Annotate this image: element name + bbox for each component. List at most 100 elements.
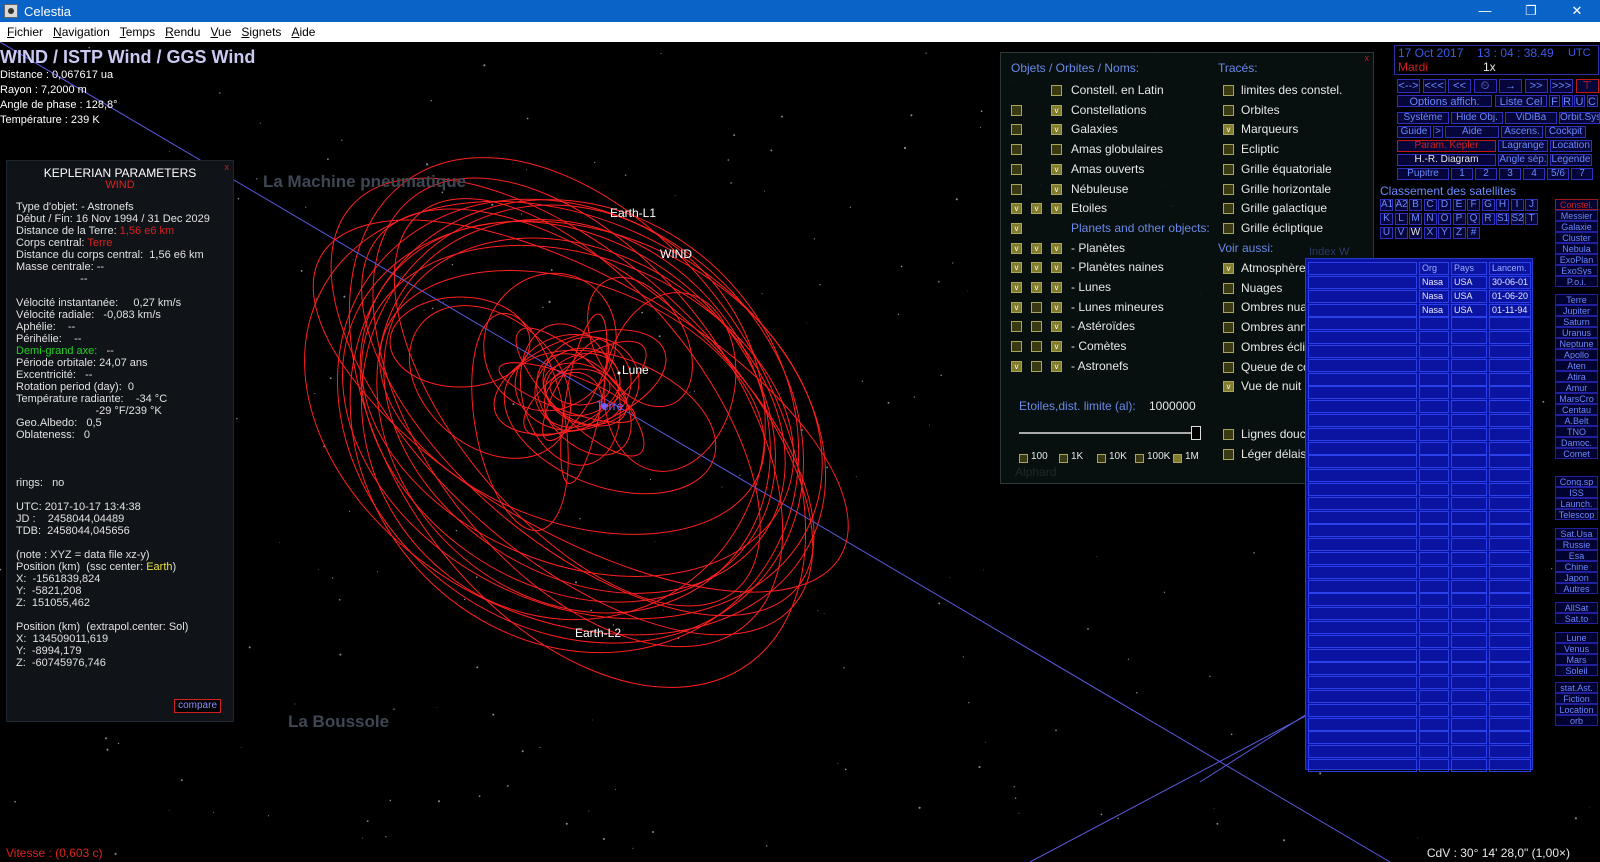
table-cell[interactable] — [1489, 538, 1531, 552]
shortcut-button[interactable]: Nebula — [1555, 243, 1598, 254]
time-control-button[interactable]: → — [1499, 79, 1522, 93]
table-cell[interactable] — [1489, 662, 1531, 676]
letter-index-button[interactable]: X — [1423, 227, 1437, 239]
table-cell[interactable] — [1451, 538, 1487, 552]
shortcut-button[interactable]: Apollo — [1555, 349, 1598, 360]
menu-vue[interactable]: Vue — [205, 25, 236, 39]
table-cell[interactable] — [1419, 593, 1449, 607]
voir-checkbox[interactable] — [1223, 322, 1234, 334]
table-cell[interactable] — [1489, 745, 1531, 759]
trace-checkbox[interactable] — [1223, 104, 1234, 116]
table-cell[interactable] — [1308, 372, 1417, 386]
table-cell[interactable] — [1451, 593, 1487, 607]
trace-checkbox[interactable] — [1223, 144, 1234, 156]
shortcut-button[interactable]: Uranus — [1555, 327, 1598, 338]
shortcut-button[interactable]: Terre — [1555, 294, 1598, 305]
option-checkbox[interactable]: v — [1031, 203, 1042, 215]
voir-checkbox[interactable]: v — [1223, 381, 1234, 393]
time-display[interactable]: 17 Oct 2017 13 : 04 : 38.49 UTC Mardi 1x — [1394, 45, 1599, 75]
extra-checkbox[interactable] — [1223, 449, 1234, 460]
display-options-button[interactable]: Options affich. — [1397, 95, 1492, 107]
table-cell[interactable]: 30-06-01 — [1489, 276, 1531, 289]
shortcut-button[interactable]: Fiction — [1555, 693, 1598, 704]
shortcut-button[interactable]: Cluster — [1555, 232, 1598, 243]
time-control-button[interactable]: ⊤ — [1575, 79, 1599, 93]
time-control-button[interactable]: <<< — [1422, 79, 1446, 93]
panel-row-button[interactable]: Système — [1397, 112, 1449, 124]
table-cell[interactable] — [1419, 565, 1449, 579]
table-cell[interactable] — [1308, 538, 1417, 552]
shortcut-button[interactable]: Comet — [1555, 448, 1598, 459]
table-cell[interactable]: Nasa — [1419, 303, 1449, 317]
table-cell[interactable] — [1308, 593, 1417, 607]
trace-checkbox[interactable] — [1223, 203, 1234, 215]
table-cell[interactable] — [1489, 524, 1531, 538]
shortcut-button[interactable]: Japon — [1555, 572, 1598, 583]
time-control-button[interactable]: <--> — [1397, 79, 1420, 93]
table-cell[interactable] — [1419, 524, 1449, 538]
option-checkbox[interactable] — [1011, 163, 1022, 175]
menu-signets[interactable]: Signets — [236, 25, 286, 39]
letter-index-button[interactable]: D — [1438, 199, 1451, 211]
option-checkbox[interactable]: v — [1051, 341, 1062, 353]
distance-checkbox[interactable] — [1135, 454, 1144, 463]
shortcut-button[interactable]: Venus — [1555, 643, 1598, 654]
fruc-button[interactable]: F — [1549, 95, 1560, 107]
table-cell[interactable] — [1419, 690, 1449, 703]
table-cell[interactable] — [1308, 717, 1417, 731]
panel-row-button[interactable]: 2 — [1475, 168, 1497, 180]
letter-index-button[interactable]: M — [1409, 213, 1422, 225]
shortcut-button[interactable]: Sat.Usa — [1555, 528, 1598, 539]
letter-index-button[interactable]: Y — [1438, 227, 1451, 239]
table-cell[interactable] — [1419, 441, 1449, 455]
table-cell[interactable] — [1419, 552, 1449, 565]
option-checkbox[interactable]: v — [1051, 124, 1062, 136]
table-cell[interactable] — [1419, 331, 1449, 345]
table-cell[interactable] — [1451, 469, 1487, 483]
time-control-button[interactable]: << — [1448, 79, 1471, 93]
voir-checkbox[interactable] — [1223, 361, 1234, 373]
menu-aide[interactable]: Aide — [286, 25, 320, 39]
option-checkbox[interactable]: v — [1051, 104, 1062, 116]
distance-checkbox[interactable] — [1019, 454, 1028, 463]
panel-row-button[interactable]: Location — [1550, 140, 1592, 152]
table-cell[interactable] — [1489, 607, 1531, 621]
table-cell[interactable] — [1308, 621, 1417, 634]
shortcut-button[interactable]: A.Belt — [1555, 415, 1598, 426]
table-cell[interactable] — [1451, 441, 1487, 455]
letter-index-button[interactable]: # — [1467, 227, 1480, 239]
table-cell[interactable] — [1419, 483, 1449, 496]
table-cell[interactable] — [1419, 745, 1449, 759]
table-cell[interactable] — [1451, 414, 1487, 427]
table-cell[interactable] — [1451, 690, 1487, 703]
shortcut-button[interactable]: Russie — [1555, 539, 1598, 550]
table-cell[interactable] — [1308, 552, 1417, 565]
table-cell[interactable] — [1489, 400, 1531, 414]
table-cell[interactable] — [1451, 621, 1487, 634]
table-cell[interactable] — [1451, 483, 1487, 496]
shortcut-button[interactable]: TNO — [1555, 426, 1598, 437]
option-checkbox[interactable] — [1011, 104, 1022, 116]
shortcut-button[interactable]: Neptune — [1555, 338, 1598, 349]
option-checkbox[interactable]: v — [1051, 321, 1062, 333]
table-cell[interactable] — [1489, 483, 1531, 496]
panel-row-button[interactable]: 5/6 — [1547, 168, 1569, 180]
panel-row-button[interactable]: H.-R. Diagram — [1397, 154, 1496, 166]
letter-index-button[interactable]: K — [1380, 213, 1393, 225]
table-cell[interactable] — [1451, 634, 1487, 648]
panel-row-button[interactable]: Hide Obj. — [1451, 112, 1503, 124]
letter-index-button[interactable]: W — [1409, 227, 1422, 239]
letter-index-button[interactable]: Q — [1467, 213, 1480, 225]
letter-index-button[interactable]: V — [1394, 227, 1408, 239]
option-checkbox[interactable] — [1011, 124, 1022, 136]
table-cell[interactable] — [1419, 538, 1449, 552]
option-checkbox[interactable]: v — [1051, 183, 1062, 195]
option-checkbox[interactable] — [1011, 341, 1022, 353]
table-cell[interactable] — [1308, 745, 1417, 759]
table-cell[interactable] — [1489, 441, 1531, 455]
option-checkbox[interactable]: v — [1011, 360, 1022, 372]
distance-checkbox[interactable] — [1097, 454, 1106, 463]
panel-row-button[interactable]: Legende — [1550, 154, 1592, 166]
menu-rendu[interactable]: Rendu — [160, 25, 205, 39]
table-cell[interactable]: 01-11-94 — [1489, 303, 1531, 317]
